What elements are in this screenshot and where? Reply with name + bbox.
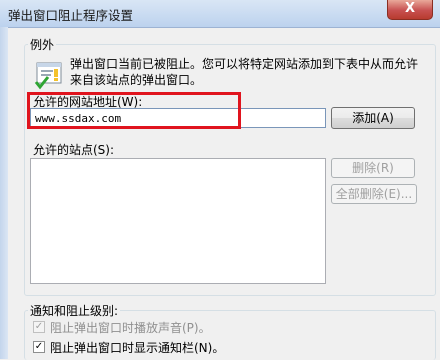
allowed-sites-list[interactable] — [30, 158, 326, 284]
exceptions-description: 弹出窗口当前已被阻止。您可以将特定网站添加到下表中从而允许来自该站点的弹出窗口。 — [70, 57, 419, 87]
popup-shield-check-icon — [34, 62, 62, 90]
show-bar-checkbox[interactable]: ✓ — [33, 341, 45, 353]
remove-all-button[interactable]: 全部删除(E)... — [331, 184, 417, 204]
allowed-sites-label: 允许的站点(S): — [33, 143, 115, 157]
add-button[interactable]: 添加(A) — [331, 107, 415, 129]
exceptions-group-label: 例外 — [28, 36, 57, 53]
window-title: 弹出窗口阻止程序设置 — [8, 8, 134, 23]
play-sound-checkbox[interactable]: ✓ — [33, 321, 45, 333]
remove-button[interactable]: 删除(R) — [331, 158, 415, 178]
play-sound-label: 阻止弹出窗口时播放声音(P)。 — [50, 321, 211, 335]
show-bar-label: 阻止弹出窗口时显示通知栏(N)。 — [50, 341, 225, 355]
close-icon: X — [404, 1, 416, 16]
close-button[interactable]: X — [387, 0, 433, 20]
annotation-highlight-box — [27, 92, 241, 129]
title-bar: 弹出窗口阻止程序设置 X — [0, 0, 440, 28]
window-frame-edge — [0, 27, 8, 359]
notifications-group-label: 通知和阻止级别: — [28, 302, 121, 319]
